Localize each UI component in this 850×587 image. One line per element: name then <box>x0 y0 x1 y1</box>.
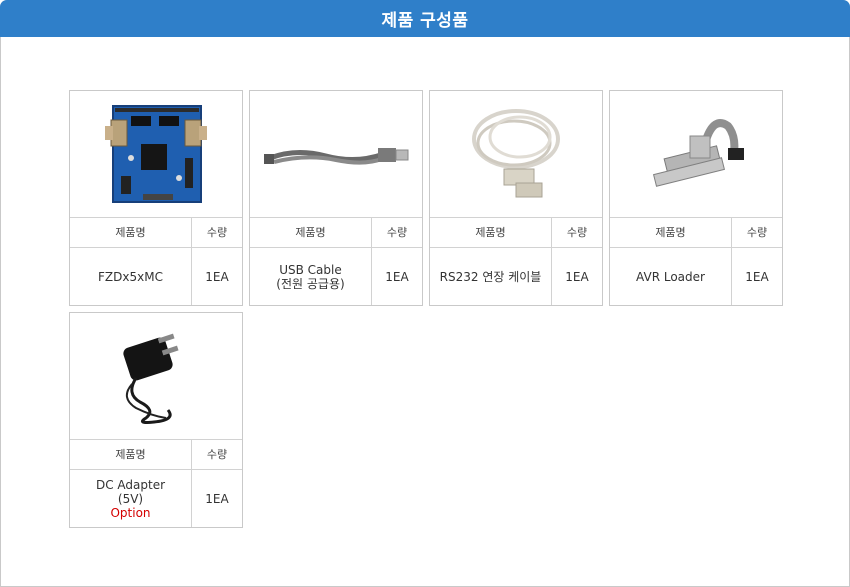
name-column-header: 제품명 <box>655 225 686 239</box>
product-name: USB Cable <box>279 262 342 277</box>
product-card: 제품명 수량 DC Adapter (5V) Option 1EA <box>69 312 243 528</box>
table-header: 제품명 수량 <box>250 218 422 248</box>
qty-column-header: 수량 <box>566 225 588 239</box>
product-card: 제품명 수량 RS232 연장 케이블 1EA <box>429 90 603 306</box>
product-card: 제품명 수량 USB Cable (전원 공급용) 1EA <box>249 90 423 306</box>
panel-title: 제품 구성품 <box>381 11 469 31</box>
qty-column-header: 수량 <box>206 447 228 461</box>
table-row: AVR Loader 1EA <box>610 248 782 305</box>
product-qty: 1EA <box>745 269 769 284</box>
name-column-header: 제품명 <box>115 225 146 239</box>
product-card: 제품명 수량 FZDx5xMC 1EA <box>69 90 243 306</box>
table-header: 제품명 수량 <box>430 218 602 248</box>
product-card: 제품명 수량 AVR Loader 1EA <box>609 90 783 306</box>
product-name-sub: (5V) <box>117 491 144 506</box>
product-name: FZDx5xMC <box>98 269 163 284</box>
product-name: DC Adapter <box>95 477 166 492</box>
product-name-sub: (전원 공급용) <box>276 276 345 291</box>
table-header: 제품명 수량 <box>70 440 242 470</box>
qty-column-header: 수량 <box>386 225 408 239</box>
dc-adapter-photo <box>70 313 242 440</box>
qty-column-header: 수량 <box>206 225 228 239</box>
table-row: FZDx5xMC 1EA <box>70 248 242 305</box>
name-column-header: 제품명 <box>475 225 506 239</box>
option-label: Option <box>110 505 151 520</box>
avr-loader-photo <box>610 91 782 218</box>
table-row: USB Cable (전원 공급용) 1EA <box>250 248 422 305</box>
table-row: DC Adapter (5V) Option 1EA <box>70 470 242 527</box>
qty-column-header: 수량 <box>746 225 768 239</box>
product-name: RS232 연장 케이블 <box>439 269 542 284</box>
product-name: AVR Loader <box>636 269 705 284</box>
table-header: 제품명 수량 <box>70 218 242 248</box>
serial-cable-photo <box>430 91 602 218</box>
product-qty: 1EA <box>565 269 589 284</box>
name-column-header: 제품명 <box>115 447 146 461</box>
usb-cable-photo <box>250 91 422 218</box>
table-row: RS232 연장 케이블 1EA <box>430 248 602 305</box>
panel-header: 제품 구성품 <box>0 0 850 37</box>
name-column-header: 제품명 <box>295 225 326 239</box>
product-qty: 1EA <box>385 269 409 284</box>
board-photo <box>70 91 242 218</box>
table-header: 제품명 수량 <box>610 218 782 248</box>
product-qty: 1EA <box>205 269 229 284</box>
product-qty: 1EA <box>205 491 229 506</box>
